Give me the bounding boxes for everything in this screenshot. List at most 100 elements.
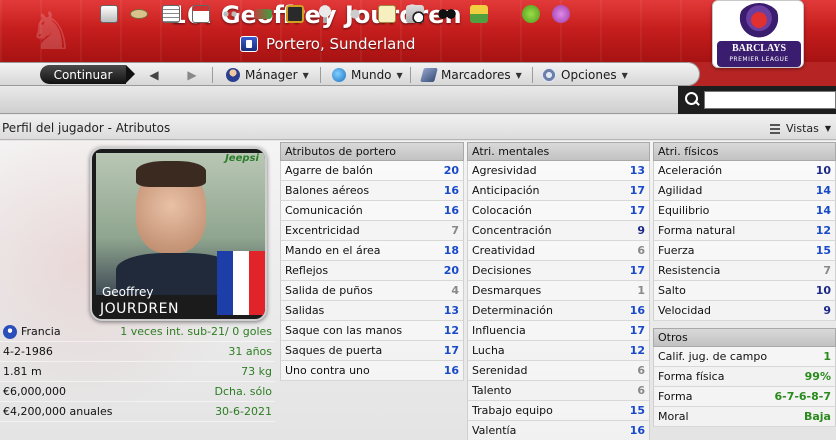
panel-others-rows: Calif. jug. de campo 1 Forma física 99% Form… bbox=[653, 347, 836, 427]
attribute-row[interactable]: Serenidad 6 bbox=[467, 361, 650, 381]
help-icon[interactable] bbox=[522, 5, 540, 23]
nation-icon[interactable] bbox=[3, 324, 17, 339]
home-icon[interactable] bbox=[100, 5, 118, 23]
attribute-row[interactable]: Desmarques 1 bbox=[467, 281, 650, 301]
squad-icon[interactable] bbox=[222, 9, 240, 19]
panel-physical: Atri. físicos Aceleración 10 Agilidad 14 Equ… bbox=[653, 142, 836, 427]
attribute-row[interactable]: Uno contra uno 16 bbox=[280, 361, 464, 381]
attribute-row[interactable]: Valentía 16 bbox=[467, 421, 650, 440]
attribute-name: Equilibrio bbox=[658, 204, 710, 217]
clipboard-icon[interactable] bbox=[378, 5, 396, 23]
attribute-row[interactable]: Decisiones 17 bbox=[467, 261, 650, 281]
attribute-row[interactable]: Colocación 17 bbox=[467, 201, 650, 221]
attribute-name: Influencia bbox=[472, 324, 526, 337]
league-brand-name: BARCLAYS bbox=[731, 43, 787, 54]
bio-weight: 73 kg bbox=[241, 365, 272, 378]
attribute-row[interactable]: Forma natural 12 bbox=[653, 221, 836, 241]
attribute-row[interactable]: Agarre de balón 20 bbox=[280, 161, 464, 181]
attribute-row[interactable]: Fuerza 15 bbox=[653, 241, 836, 261]
attribute-name: Salidas bbox=[285, 304, 325, 317]
menu-options[interactable]: Opciones ▼ bbox=[542, 66, 628, 84]
attribute-name: Uno contra uno bbox=[285, 364, 370, 377]
attribute-value: 17 bbox=[443, 344, 459, 357]
attribute-row[interactable]: Agresividad 13 bbox=[467, 161, 650, 181]
menu-world[interactable]: Mundo ▼ bbox=[332, 66, 403, 84]
attribute-name: Creatividad bbox=[472, 244, 536, 257]
attribute-row[interactable]: Determinación 16 bbox=[467, 301, 650, 321]
attribute-row[interactable]: Forma física 99% bbox=[653, 367, 836, 387]
bio-nation[interactable]: Francia bbox=[21, 325, 61, 338]
attribute-row[interactable]: Talento 6 bbox=[467, 381, 650, 401]
chevron-down-icon: ▼ bbox=[621, 70, 628, 80]
attribute-value: 6 bbox=[637, 244, 645, 257]
scouting-icon[interactable] bbox=[438, 5, 456, 23]
attribute-row[interactable]: Concentración 9 bbox=[467, 221, 650, 241]
staff-icon[interactable] bbox=[346, 5, 364, 23]
attribute-row[interactable]: Reflejos 20 bbox=[280, 261, 464, 281]
bio-row-contract[interactable]: €4,200,000 anuales 30-6-2021 bbox=[0, 402, 275, 422]
attribute-row[interactable]: Trabajo equipo 15 bbox=[467, 401, 650, 421]
back-arrow-icon[interactable]: ◀ bbox=[146, 67, 162, 83]
attribute-value: 13 bbox=[629, 164, 645, 177]
attribute-row[interactable]: Salidas 13 bbox=[280, 301, 464, 321]
training-icon[interactable] bbox=[406, 5, 424, 23]
attribute-name: Forma física bbox=[658, 370, 725, 383]
bio-birthdate: 4-2-1986 bbox=[3, 345, 53, 358]
attribute-name: Determinación bbox=[472, 304, 553, 317]
continue-button[interactable]: Continuar bbox=[40, 65, 135, 84]
attribute-name: Valentía bbox=[472, 424, 517, 437]
transfers-icon[interactable] bbox=[254, 9, 272, 19]
attribute-row[interactable]: Equilibrio 14 bbox=[653, 201, 836, 221]
attribute-row[interactable]: Comunicación 16 bbox=[280, 201, 464, 221]
attribute-value: 14 bbox=[815, 204, 831, 217]
panel-physical-rows: Aceleración 10 Agilidad 14 Equilibrio 14 Forma… bbox=[653, 161, 836, 321]
club-crest-watermark: ♞ bbox=[27, 2, 75, 62]
globe-icon bbox=[332, 68, 346, 82]
panel-mental: Atri. mentales Agresividad 13 Anticipación… bbox=[467, 142, 650, 440]
attribute-value: 9 bbox=[823, 304, 831, 317]
attribute-row[interactable]: Salida de puños 4 bbox=[280, 281, 464, 301]
attribute-row[interactable]: Agilidad 14 bbox=[653, 181, 836, 201]
attribute-row[interactable]: Balones aéreos 16 bbox=[280, 181, 464, 201]
finances-icon[interactable] bbox=[470, 5, 488, 23]
attribute-row[interactable]: Saques de puerta 17 bbox=[280, 341, 464, 361]
attribute-name: Resistencia bbox=[658, 264, 721, 277]
attribute-row[interactable]: Salto 10 bbox=[653, 281, 836, 301]
attribute-name: Lucha bbox=[472, 344, 505, 357]
attribute-row[interactable]: Excentricidad 7 bbox=[280, 221, 464, 241]
inbox-icon[interactable] bbox=[130, 9, 148, 19]
news-icon[interactable] bbox=[162, 5, 180, 23]
trophy-icon[interactable] bbox=[316, 5, 334, 23]
menu-manager[interactable]: Mánager ▼ bbox=[226, 66, 309, 84]
menu-bookmarks[interactable]: Marcadores ▼ bbox=[420, 66, 522, 84]
attribute-row[interactable]: Moral Baja bbox=[653, 407, 836, 427]
attribute-row[interactable]: Mando en el área 18 bbox=[280, 241, 464, 261]
forward-arrow-icon[interactable]: ▶ bbox=[184, 67, 200, 83]
attribute-row[interactable]: Resistencia 7 bbox=[653, 261, 836, 281]
attribute-row[interactable]: Anticipación 17 bbox=[467, 181, 650, 201]
views-button[interactable]: Vistas ▼ bbox=[770, 122, 831, 135]
attribute-name: Concentración bbox=[472, 224, 552, 237]
bio-caps: 1 veces int. sub-21/ 0 goles bbox=[120, 325, 272, 338]
calendar-icon[interactable] bbox=[192, 5, 210, 23]
attribute-value: 12 bbox=[443, 324, 459, 337]
question-icon[interactable] bbox=[552, 5, 570, 23]
attribute-name: Velocidad bbox=[658, 304, 712, 317]
attribute-row[interactable]: Velocidad 9 bbox=[653, 301, 836, 321]
attribute-name: Saques de puerta bbox=[285, 344, 383, 357]
position-club-text[interactable]: Portero, Sunderland bbox=[266, 35, 415, 53]
attribute-row[interactable]: Lucha 12 bbox=[467, 341, 650, 361]
club-badge-icon[interactable] bbox=[240, 36, 258, 52]
attribute-row[interactable]: Forma 6-7-6-8-7 bbox=[653, 387, 836, 407]
attribute-row[interactable]: Calif. jug. de campo 1 bbox=[653, 347, 836, 367]
tactics-icon[interactable] bbox=[286, 5, 304, 23]
menu-options-label: Opciones bbox=[561, 68, 617, 82]
search-input[interactable] bbox=[704, 91, 836, 109]
attribute-row[interactable]: Saque con las manos 12 bbox=[280, 321, 464, 341]
attribute-row[interactable]: Creatividad 6 bbox=[467, 241, 650, 261]
attribute-value: 1 bbox=[823, 350, 831, 363]
attribute-row[interactable]: Aceleración 10 bbox=[653, 161, 836, 181]
attribute-row[interactable]: Influencia 17 bbox=[467, 321, 650, 341]
toolbar-separator bbox=[532, 67, 533, 83]
search-icon[interactable] bbox=[684, 91, 700, 107]
